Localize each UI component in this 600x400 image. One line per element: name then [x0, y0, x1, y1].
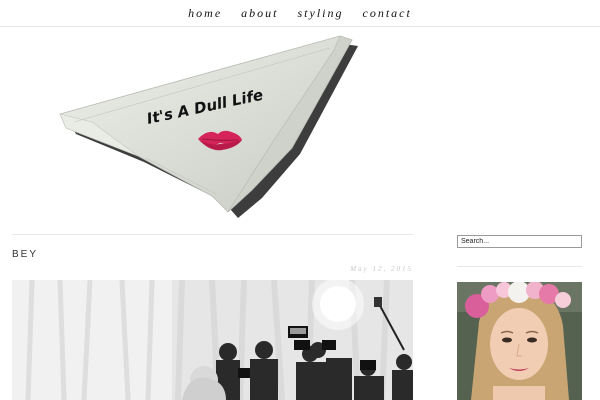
- blog-post: BEY May 12, 2015: [12, 234, 413, 400]
- post-image[interactable]: [12, 280, 413, 400]
- post-photo: [12, 280, 413, 400]
- search-input[interactable]: [457, 235, 582, 248]
- nav-link-home[interactable]: home: [188, 6, 222, 21]
- nav-menu: home about styling contact: [0, 0, 600, 27]
- sidebar-divider: [457, 266, 582, 267]
- post-divider: [12, 234, 413, 235]
- nav-link-contact[interactable]: contact: [363, 6, 412, 21]
- blog-logo[interactable]: It's A Dull Life: [52, 30, 372, 220]
- sidebar: [457, 234, 582, 400]
- nav-link-about[interactable]: about: [241, 6, 278, 21]
- napkin-logo-image: It's A Dull Life: [59, 35, 358, 218]
- nav-link-styling[interactable]: styling: [298, 6, 344, 21]
- post-date: May 12, 2015: [350, 265, 413, 273]
- top-navigation: home about styling contact: [0, 0, 600, 27]
- post-title[interactable]: BEY: [12, 249, 38, 260]
- profile-photo: [457, 282, 582, 400]
- avatar: [457, 282, 582, 400]
